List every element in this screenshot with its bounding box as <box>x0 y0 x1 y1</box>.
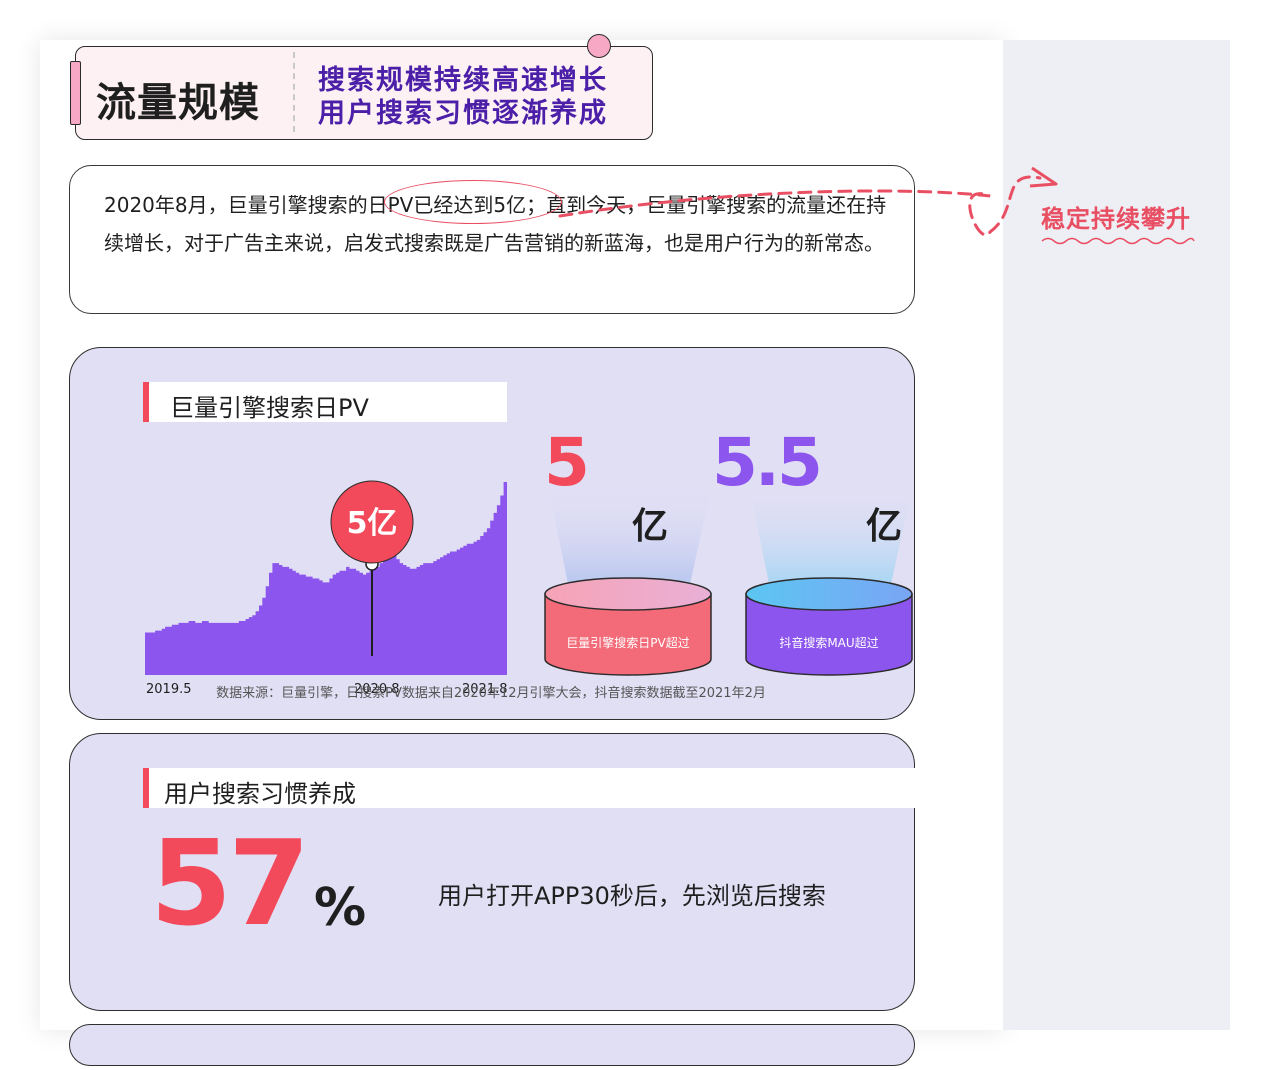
pv-area-chart: 5亿 <box>145 480 507 675</box>
section-title: 流量规模 <box>96 80 260 126</box>
habit-percent-sign: % <box>314 878 367 938</box>
header-dot-decoration <box>587 34 611 58</box>
habit-description: 用户打开APP30秒后，先浏览后搜索 <box>438 882 826 910</box>
pin-label: 5亿 <box>347 506 398 541</box>
stat1-unit: 亿 <box>632 506 669 547</box>
stat1-value: 5 <box>544 424 590 501</box>
habit-title-bar <box>143 768 149 808</box>
pv-title-bar <box>143 382 149 422</box>
annotation-underline <box>1041 237 1195 245</box>
stat2-unit: 亿 <box>866 506 903 547</box>
header-subtitle-2: 用户搜索习惯逐渐养成 <box>318 98 608 129</box>
stat2-value: 5.5 <box>712 424 823 501</box>
next-panel <box>69 1024 915 1066</box>
pv-area-series <box>145 482 507 675</box>
header-accent-bar <box>70 61 81 125</box>
stat2-label: 抖音搜索MAU超过 <box>779 636 879 650</box>
data-source-note: 数据来源：巨量引擎，日搜索PV数据来自2020年12月引擎大会，抖音搜索数据截至… <box>216 686 766 701</box>
habit-title: 用户搜索习惯养成 <box>164 780 356 808</box>
cylinder-pv <box>544 484 712 676</box>
annotation-arrow <box>558 166 1058 237</box>
annotation-label: 稳定持续攀升 <box>1041 204 1191 233</box>
pv-title: 巨量引擎搜索日PV <box>170 394 369 422</box>
habit-percent-value: 57 <box>150 814 310 952</box>
stat1-label: 巨量引擎搜索日PV超过 <box>566 636 690 650</box>
header-divider <box>293 52 295 132</box>
